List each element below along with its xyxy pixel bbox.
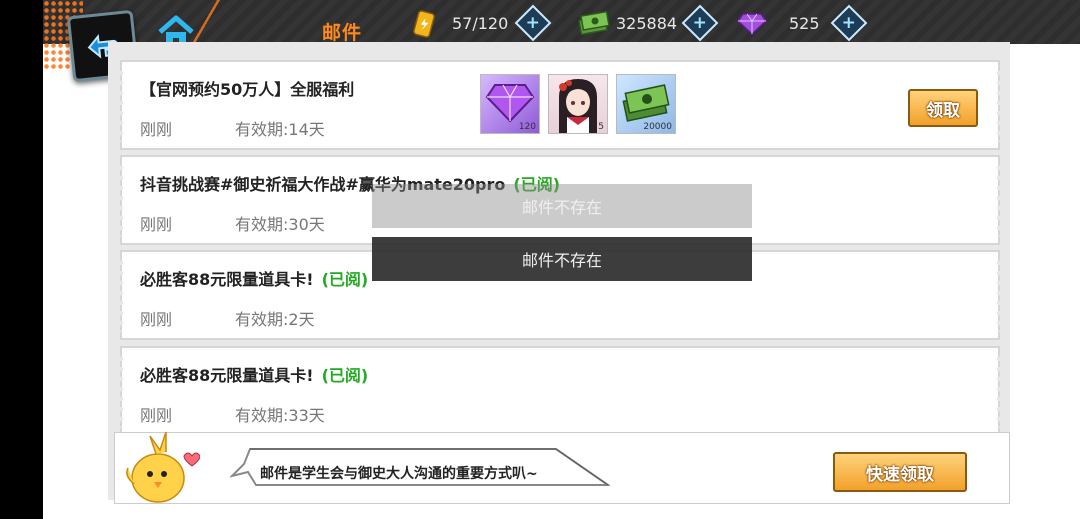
- energy-resource: 57/120 +: [412, 4, 552, 42]
- mail-title: 【官网预约50万人】全服福利: [140, 80, 355, 99]
- mail-expiry: 有效期:33天: [235, 406, 325, 425]
- gem-resource: 525 +: [737, 4, 867, 42]
- reward-count: 20000: [643, 122, 672, 132]
- left-black-bar: [0, 0, 43, 519]
- reward-count: 5: [598, 122, 604, 132]
- mail-time: 刚刚: [140, 215, 173, 234]
- gem-value: 525: [789, 13, 820, 33]
- mail-item[interactable]: 【官网预约50万人】全服福利 刚刚 有效期:14天 120 5 20000 领取: [118, 60, 1002, 150]
- mail-title: 必胜客88元限量道具卡! (已阅): [140, 366, 369, 385]
- add-energy-button[interactable]: +: [514, 4, 552, 42]
- cash-icon: [578, 10, 610, 36]
- mail-time: 刚刚: [140, 120, 173, 139]
- reward-item[interactable]: 5: [548, 74, 608, 134]
- reward-list: 120 5 20000: [480, 74, 676, 134]
- toast-message: 邮件不存在: [372, 184, 752, 228]
- reward-item[interactable]: 120: [480, 74, 540, 134]
- read-tag: (已阅): [321, 366, 369, 385]
- reward-item[interactable]: 20000: [616, 74, 676, 134]
- quick-claim-button[interactable]: 快速领取: [833, 452, 967, 492]
- read-tag: (已阅): [321, 270, 369, 289]
- energy-can-icon: [413, 10, 435, 38]
- mail-time: 刚刚: [140, 406, 173, 425]
- toast-message: 邮件不存在: [372, 237, 752, 281]
- page-title: 邮件: [322, 22, 363, 44]
- add-gem-button[interactable]: +: [830, 4, 867, 42]
- plus-icon: +: [526, 12, 541, 33]
- purple-gem-icon: [737, 13, 767, 35]
- mail-expiry: 有效期:2天: [235, 310, 315, 329]
- claim-button[interactable]: 领取: [908, 89, 978, 127]
- footer-hint: 邮件是学生会与御史大人沟通的重要方式叭~: [260, 466, 538, 482]
- mail-item[interactable]: 必胜客88元限量道具卡! (已阅) 刚刚 有效期:33天: [118, 346, 1002, 436]
- chick-mascot-icon: [126, 431, 200, 503]
- reward-count: 120: [518, 122, 536, 132]
- energy-value: 57/120: [452, 13, 509, 33]
- mail-title: 必胜客88元限量道具卡! (已阅): [140, 270, 369, 289]
- mail-expiry: 有效期:14天: [235, 120, 325, 139]
- plus-icon: +: [841, 12, 856, 33]
- cash-stack-icon: [622, 84, 670, 122]
- money-resource: 325884 +: [578, 4, 719, 42]
- top-bar: [43, 0, 1080, 44]
- mail-expiry: 有效期:30天: [235, 215, 325, 234]
- add-money-button[interactable]: +: [681, 4, 719, 42]
- money-value: 325884: [616, 13, 678, 33]
- plus-icon: +: [692, 12, 708, 33]
- purple-gem-icon: [485, 84, 535, 123]
- mail-time: 刚刚: [140, 310, 173, 329]
